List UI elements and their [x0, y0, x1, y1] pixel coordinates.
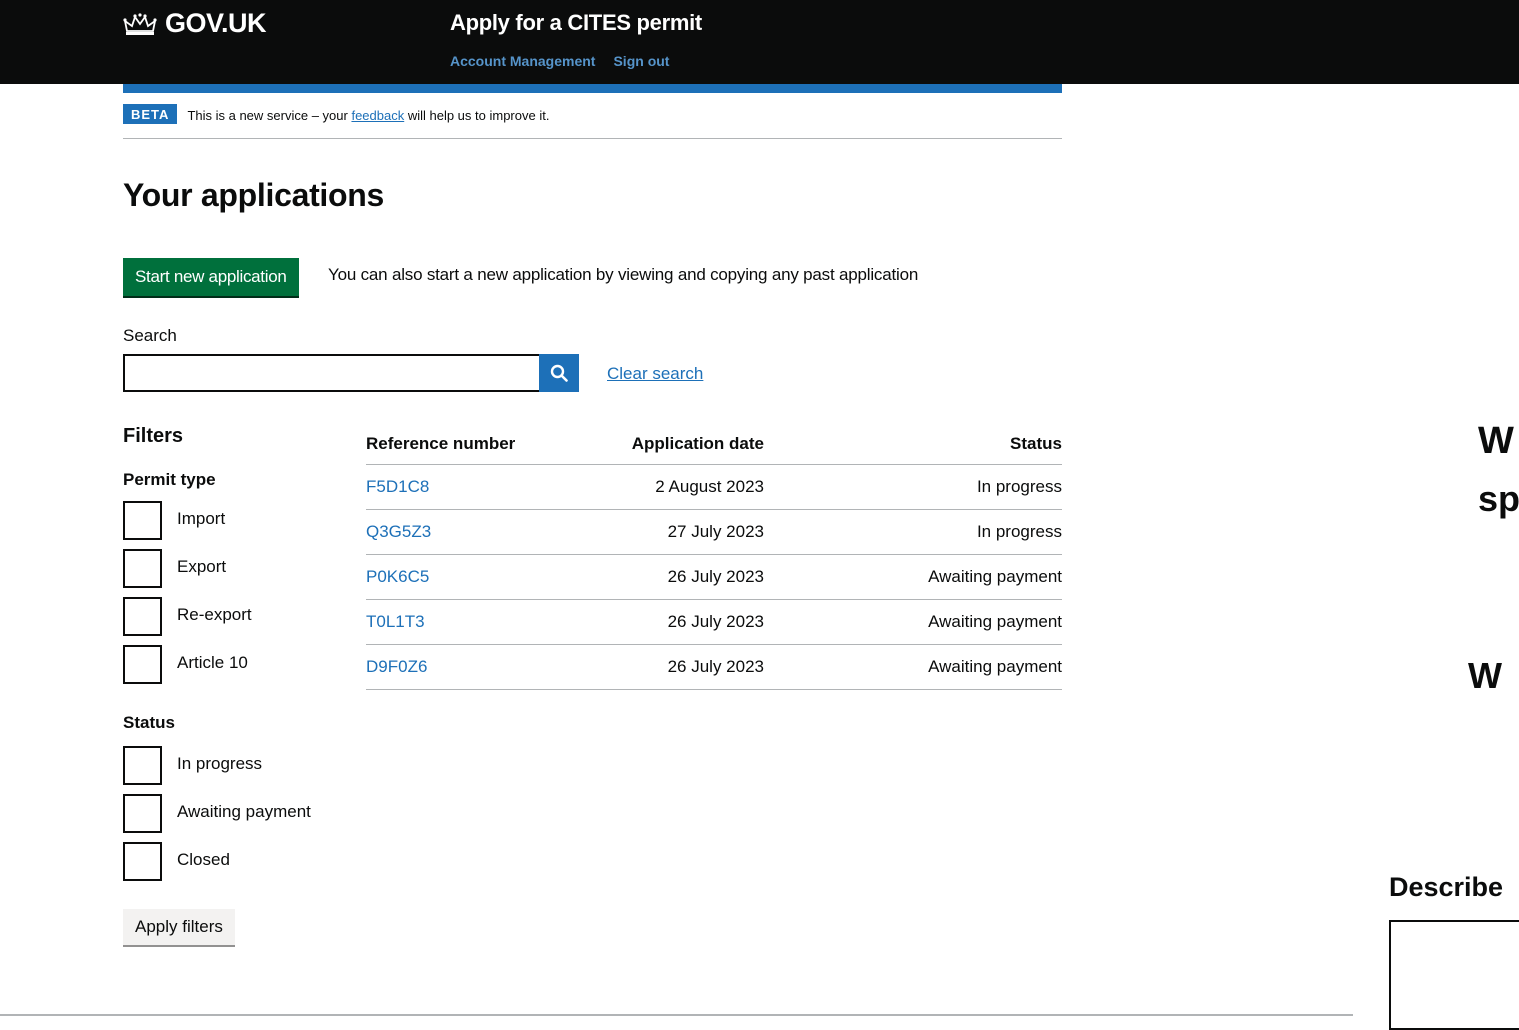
logo-text: GOV.UK — [165, 8, 267, 38]
table-row: F5D1C8 2 August 2023 In progress — [366, 464, 1062, 510]
table-header-row: Reference number Application date Status — [366, 424, 1062, 465]
application-date: 26 July 2023 — [566, 599, 764, 645]
phase-text-before: This is a new service – your — [187, 108, 352, 123]
background-textarea — [1389, 920, 1519, 1030]
application-date: 27 July 2023 — [566, 509, 764, 555]
checkbox-label: Re-export — [177, 604, 252, 624]
reference-link[interactable]: T0L1T3 — [366, 612, 425, 631]
checkbox-box[interactable] — [123, 597, 162, 636]
search-icon — [550, 364, 568, 382]
checkbox-export[interactable]: Export — [123, 549, 226, 588]
reference-link[interactable]: D9F0Z6 — [366, 657, 427, 676]
search-label: Search — [123, 326, 177, 345]
phase-banner-text: This is a new service – your feedback wi… — [187, 104, 549, 123]
reference-link[interactable]: F5D1C8 — [366, 477, 429, 496]
checkbox-label: Closed — [177, 849, 230, 869]
page-title: Your applications — [123, 177, 385, 213]
table-row: D9F0Z6 26 July 2023 Awaiting payment — [366, 644, 1062, 690]
reference-link[interactable]: Q3G5Z3 — [366, 522, 431, 541]
checkbox-box[interactable] — [123, 842, 162, 881]
service-name[interactable]: Apply for a CITES permit — [450, 10, 702, 36]
checkbox-label: Article 10 — [177, 652, 248, 672]
checkbox-box[interactable] — [123, 645, 162, 684]
column-header-reference: Reference number — [366, 424, 566, 465]
checkbox-article-10[interactable]: Article 10 — [123, 645, 248, 684]
permit-type-title: Permit type — [123, 470, 216, 489]
background-heading-fragment: W — [1468, 655, 1502, 696]
checkbox-label: In progress — [177, 753, 263, 773]
header-blue-bar — [123, 84, 1062, 93]
checkbox-awaiting-payment[interactable]: Awaiting payment — [123, 794, 311, 833]
checkbox-label: Awaiting payment — [177, 801, 311, 821]
checkbox-label: Import — [177, 508, 226, 528]
clear-search-link[interactable]: Clear search — [607, 364, 703, 384]
checkbox-re-export[interactable]: Re-export — [123, 597, 252, 636]
application-status: Awaiting payment — [764, 644, 1062, 690]
application-status: Awaiting payment — [764, 599, 1062, 645]
crown-icon — [123, 12, 157, 35]
checkbox-box[interactable] — [123, 549, 162, 588]
beta-tag: BETA — [123, 104, 178, 124]
checkbox-box[interactable] — [123, 794, 162, 833]
checkbox-in-progress[interactable]: In progress — [123, 746, 262, 785]
reference-link[interactable]: P0K6C5 — [366, 567, 429, 586]
site-header: GOV.UK Apply for a CITES permit Account … — [0, 0, 1519, 84]
application-status: In progress — [764, 464, 1062, 510]
search-button[interactable] — [539, 354, 579, 392]
checkbox-closed[interactable]: Closed — [123, 842, 230, 881]
background-heading-fragment: sp — [1478, 478, 1519, 519]
feedback-link[interactable]: feedback — [351, 108, 404, 123]
application-status: Awaiting payment — [764, 554, 1062, 600]
table-row: P0K6C5 26 July 2023 Awaiting payment — [366, 554, 1062, 600]
background-label-fragment: Describe — [1389, 872, 1504, 902]
start-new-application-button[interactable]: Start new application — [123, 258, 299, 296]
checkbox-import[interactable]: Import — [123, 501, 225, 540]
phase-banner: BETA This is a new service – your feedba… — [123, 104, 1062, 139]
checkbox-label: Export — [177, 556, 227, 576]
apply-filters-button[interactable]: Apply filters — [123, 909, 235, 945]
applications-table: Reference number Application date Status… — [366, 424, 1062, 690]
table-row: Q3G5Z3 27 July 2023 In progress — [366, 509, 1062, 555]
account-management-link[interactable]: Account Management — [450, 53, 595, 69]
background-heading-fragment: W — [1478, 420, 1514, 462]
phase-text-after: will help us to improve it. — [404, 108, 550, 123]
status-filter-title: Status — [123, 713, 175, 732]
start-hint: You can also start a new application by … — [328, 265, 919, 284]
application-date: 26 July 2023 — [566, 644, 764, 690]
checkbox-box[interactable] — [123, 501, 162, 540]
application-status: In progress — [764, 509, 1062, 555]
column-header-date: Application date — [566, 424, 764, 465]
filters-title: Filters — [123, 425, 184, 447]
checkbox-box[interactable] — [123, 746, 162, 785]
sign-out-link[interactable]: Sign out — [613, 53, 669, 69]
table-row: T0L1T3 26 July 2023 Awaiting payment — [366, 599, 1062, 645]
govuk-logo-link[interactable]: GOV.UK — [123, 8, 267, 39]
application-date: 26 July 2023 — [566, 554, 764, 600]
application-date: 2 August 2023 — [566, 464, 764, 510]
header-nav: Account Management Sign out — [450, 53, 669, 69]
search-input[interactable] — [123, 354, 542, 392]
column-header-status: Status — [764, 424, 1062, 465]
